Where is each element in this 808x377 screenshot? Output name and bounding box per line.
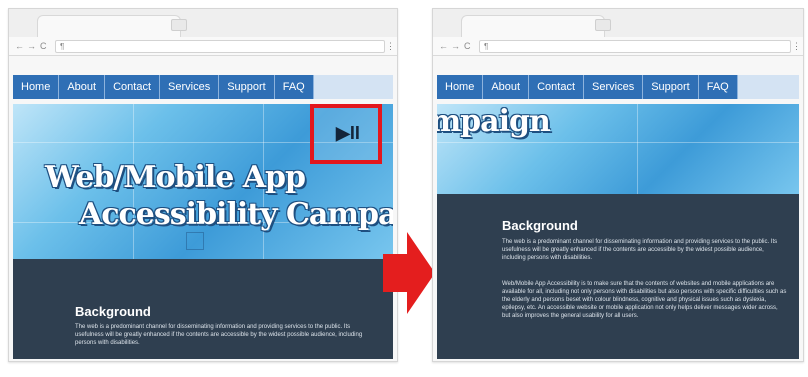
nav-item-contact[interactable]: Contact	[105, 75, 161, 99]
background-heading: Background	[75, 304, 151, 319]
back-icon[interactable]: ←	[439, 40, 448, 52]
forward-icon[interactable]: →	[451, 40, 460, 52]
new-tab-button[interactable]	[595, 19, 611, 31]
menu-icon[interactable]: ⋮	[792, 40, 801, 52]
hero-banner-scrolled: ampaign	[437, 104, 799, 194]
address-bar: ← → C ¶ ⋮	[433, 37, 803, 56]
hero-title-cropped: ampaign	[437, 104, 551, 139]
browser-tab[interactable]	[37, 15, 181, 38]
browser-tab[interactable]	[461, 15, 605, 38]
background-paragraph-1: The web is a predominant channel for dis…	[502, 239, 778, 261]
url-input[interactable]: ¶	[55, 40, 385, 53]
tab-strip	[433, 9, 803, 38]
hero-title-line1: Web/Mobile App	[45, 160, 306, 195]
site-navbar: Home About Contact Services Support FAQ	[437, 75, 799, 99]
nav-item-support[interactable]: Support	[219, 75, 275, 99]
background-paragraph-2: Web/Mobile App Accessibility is to make …	[502, 281, 787, 319]
forward-icon[interactable]: →	[27, 40, 36, 52]
reload-icon[interactable]: C	[464, 40, 471, 52]
browser-window-before: ← → C ¶ ⋮ Home About Contact Services Su…	[8, 8, 398, 362]
nav-item-home[interactable]: Home	[437, 75, 484, 99]
nav-item-contact[interactable]: Contact	[529, 75, 585, 99]
site-navbar: Home About Contact Services Support FAQ	[13, 75, 393, 99]
nav-item-support[interactable]: Support	[643, 75, 699, 99]
nav-item-home[interactable]: Home	[13, 75, 60, 99]
page-info-icon: ¶	[484, 42, 489, 51]
nav-item-faq[interactable]: FAQ	[275, 75, 314, 99]
url-input[interactable]: ¶	[479, 40, 791, 53]
transition-arrow-icon	[383, 232, 435, 314]
new-tab-button[interactable]	[171, 19, 187, 31]
background-paragraph: The web is a predominant channel for dis…	[75, 324, 363, 346]
address-bar: ← → C ¶ ⋮	[9, 37, 397, 56]
play-pause-icon: ▶II	[336, 123, 360, 143]
nav-item-faq[interactable]: FAQ	[699, 75, 738, 99]
menu-icon[interactable]: ⋮	[386, 40, 395, 52]
page-info-icon: ¶	[60, 42, 65, 51]
reload-icon[interactable]: C	[40, 40, 47, 52]
nav-item-about[interactable]: About	[483, 75, 530, 99]
hero-banner: Web/Mobile App Accessibility Campaign ▶I…	[13, 104, 393, 259]
hero-title-line2: Accessibility Campaign	[79, 197, 393, 232]
browser-window-after: ← → C ¶ ⋮ Home About Contact Services Su…	[432, 8, 804, 362]
content-section: Background The web is a predominant chan…	[437, 194, 799, 359]
nav-item-services[interactable]: Services	[160, 75, 220, 99]
nav-item-about[interactable]: About	[59, 75, 106, 99]
back-icon[interactable]: ←	[15, 40, 24, 52]
tab-strip	[9, 9, 397, 38]
play-pause-button[interactable]: ▶II	[310, 104, 382, 164]
content-section: Background The web is a predominant chan…	[13, 259, 393, 359]
background-heading: Background	[502, 218, 578, 233]
nav-item-services[interactable]: Services	[584, 75, 644, 99]
